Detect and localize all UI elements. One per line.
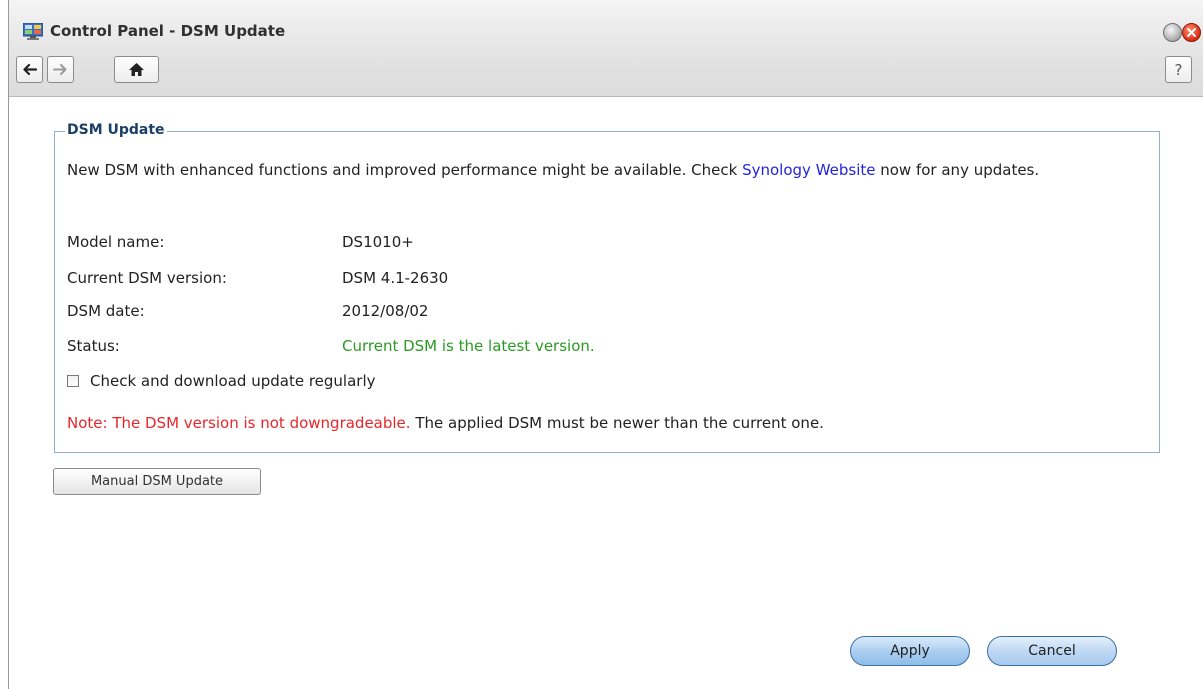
arrow-right-icon (53, 64, 67, 75)
dsm-date-value: 2012/08/02 (342, 302, 429, 320)
downgrade-note: Note: The DSM version is not downgradeab… (67, 414, 824, 432)
cancel-label: Cancel (1028, 643, 1076, 659)
window-title: Control Panel - DSM Update (50, 22, 286, 40)
intro-text-end: now for any updates. (875, 161, 1040, 179)
status-value: Current DSM is the latest version. (342, 337, 595, 355)
synology-website-link[interactable]: Synology Website (742, 161, 875, 179)
help-button[interactable]: ? (1165, 56, 1192, 83)
home-button[interactable] (114, 56, 159, 83)
manual-dsm-update-label: Manual DSM Update (90, 474, 224, 489)
auto-update-option[interactable]: Check and download update regularly (67, 372, 375, 390)
control-panel-window: Control Panel - DSM Update ? DSM Update … (8, 0, 1203, 689)
auto-update-checkbox-label[interactable]: Check and download update regularly (90, 372, 375, 390)
group-legend: DSM Update (65, 122, 167, 138)
dsm-version-value: DSM 4.1-2630 (342, 269, 449, 287)
close-button[interactable] (1182, 23, 1201, 42)
forward-button[interactable] (47, 56, 74, 83)
close-icon (1187, 28, 1196, 37)
apply-label: Apply (890, 643, 930, 659)
intro-text-start: New DSM with enhanced functions and impr… (67, 161, 743, 179)
model-name-value: DS1010+ (342, 233, 414, 251)
dsm-version-label: Current DSM version: (67, 269, 227, 287)
help-icon: ? (1174, 60, 1183, 79)
back-button[interactable] (16, 56, 43, 83)
apply-button[interactable]: Apply (850, 636, 970, 666)
dsm-update-group: DSM Update New DSM with enhanced functio… (54, 122, 1160, 453)
auto-update-checkbox[interactable] (67, 375, 79, 387)
note-detail: The applied DSM must be newer than the c… (410, 414, 824, 432)
dsm-date-label: DSM date: (67, 302, 145, 320)
cancel-button[interactable]: Cancel (987, 636, 1117, 666)
title-bar: Control Panel - DSM Update ? (9, 0, 1203, 97)
home-icon (129, 63, 144, 76)
control-panel-icon (22, 22, 44, 40)
arrow-left-icon (23, 63, 37, 76)
status-label: Status: (67, 337, 120, 355)
model-name-label: Model name: (67, 233, 165, 251)
manual-dsm-update-button[interactable]: Manual DSM Update (53, 468, 261, 495)
note-warning: Note: The DSM version is not downgradeab… (67, 414, 411, 432)
intro-text: New DSM with enhanced functions and impr… (67, 160, 1147, 181)
minimize-button[interactable] (1163, 23, 1182, 42)
